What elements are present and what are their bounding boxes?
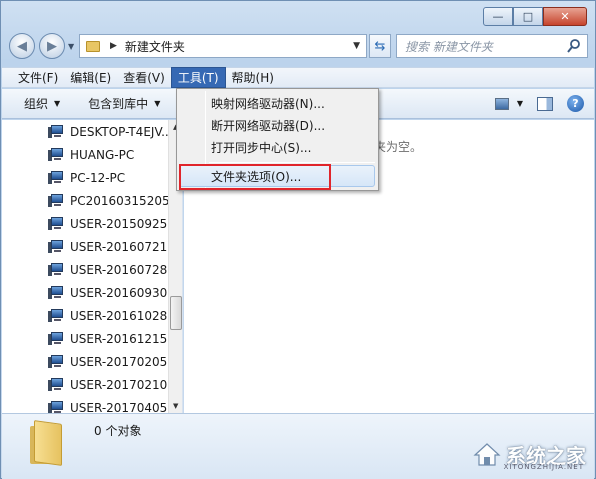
tree-item-label: USER-20170205E <box>70 354 175 369</box>
network-computer-icon <box>48 378 64 391</box>
include-in-library-button[interactable]: 包含到库中 ▼ <box>88 95 160 112</box>
change-view-button[interactable]: ▼ <box>494 97 523 110</box>
tree-item-label: USER-201509250 <box>70 216 175 231</box>
empty-folder-message: 夹为空。 <box>374 140 423 154</box>
details-pane: 0 个对象 系统之家 XITONGZHIJIA.NET <box>2 413 594 479</box>
tree-item-label: DESKTOP-T4EJV... <box>70 124 173 139</box>
help-icon[interactable]: ? <box>567 95 584 112</box>
organize-label: 组织 <box>24 97 49 111</box>
network-computer-icon <box>48 217 64 230</box>
navigation-pane[interactable]: DESKTOP-T4EJV... HUANG-PC PC-12-PC PC201… <box>2 120 183 413</box>
explorer-window: — □ ✕ ◀ ▶ ▼ ▶ 新建文件夹 ▼ ⇆ 搜索 新建文件夹 文件(F) 编… <box>0 0 596 479</box>
tree-item-label: HUANG-PC <box>70 147 135 162</box>
tree-item[interactable]: DESKTOP-T4EJV... <box>48 120 173 143</box>
tree-item-label: USER-20161028E <box>70 308 175 323</box>
recent-pages-dropdown-icon[interactable]: ▼ <box>68 42 74 51</box>
refresh-button[interactable]: ⇆ <box>369 34 391 58</box>
network-computer-icon <box>48 309 64 322</box>
tree-item-label: USER-20161215E <box>70 331 175 346</box>
tree-item[interactable]: USER-201509250 <box>48 212 175 235</box>
minimize-button[interactable]: — <box>483 7 513 26</box>
view-icon <box>494 97 509 110</box>
tree-item-label: USER-20160728E <box>70 262 175 277</box>
menu-file[interactable]: 文件(F) <box>12 67 64 88</box>
network-computer-icon <box>48 148 64 161</box>
forward-button[interactable]: ▶ <box>39 33 65 59</box>
network-computer-icon <box>48 263 64 276</box>
search-icon[interactable] <box>566 38 582 54</box>
tree-item[interactable]: USER-20160728E <box>48 258 175 281</box>
item-count: 0 个对象 <box>94 424 142 438</box>
menu-item-disconnect-network-drive[interactable]: 断开网络驱动器(D)... <box>211 114 325 136</box>
refresh-icon: ⇆ <box>374 38 386 54</box>
search-placeholder: 搜索 新建文件夹 <box>405 39 493 54</box>
scroll-thumb[interactable] <box>170 296 182 330</box>
watermark-subtext: XITONGZHIJIA.NET <box>503 463 584 471</box>
menu-separator <box>209 162 375 163</box>
chevron-down-icon: ▼ <box>154 99 161 108</box>
tree-item[interactable]: PC-12-PC <box>48 166 125 189</box>
large-folder-icon <box>30 420 64 466</box>
menu-item-map-network-drive[interactable]: 映射网络驱动器(N)... <box>211 92 325 114</box>
window-controls: — □ ✕ <box>483 7 587 26</box>
network-computer-icon <box>48 125 64 138</box>
address-dropdown-icon[interactable]: ▼ <box>353 41 360 51</box>
tree-item[interactable]: USER-201609300 <box>48 281 175 304</box>
address-path[interactable]: 新建文件夹 <box>125 38 185 55</box>
tree-item-label: USER-20170210E <box>70 377 175 392</box>
tree-item-label: PC20160315205… <box>70 193 182 208</box>
preview-pane-icon[interactable] <box>537 96 553 111</box>
tree-item[interactable]: PC20160315205… <box>48 189 182 212</box>
tree-item[interactable]: USER-20170405E <box>48 396 175 413</box>
network-computer-icon <box>48 240 64 253</box>
maximize-button[interactable]: □ <box>513 7 543 26</box>
tree-item[interactable]: USER-20161215E <box>48 327 175 350</box>
title-bar: — □ ✕ <box>1 1 595 31</box>
toolbar-right-group: ▼ ? <box>481 95 584 112</box>
watermark-logo: 系统之家 XITONGZHIJIA.NET <box>472 439 586 471</box>
chevron-down-icon: ▼ <box>54 99 61 108</box>
search-input[interactable]: 搜索 新建文件夹 <box>396 34 588 58</box>
tree-item[interactable]: USER-20170205E <box>48 350 175 373</box>
tree-item-label: USER-20170405E <box>70 400 175 414</box>
tree-item[interactable]: USER-20170210E <box>48 373 175 396</box>
menu-help[interactable]: 帮助(H) <box>226 67 280 88</box>
scroll-down-icon[interactable]: ▼ <box>173 402 178 410</box>
back-arrow-icon: ◀ <box>17 38 27 54</box>
back-button[interactable]: ◀ <box>9 33 35 59</box>
menu-view[interactable]: 查看(V) <box>117 67 171 88</box>
organize-button[interactable]: 组织 ▼ <box>24 95 60 112</box>
close-button[interactable]: ✕ <box>543 7 587 26</box>
network-computer-icon <box>48 286 64 299</box>
menu-bar: 文件(F) 编辑(E) 查看(V) 工具(T) 帮助(H) <box>2 67 594 88</box>
chevron-down-icon: ▼ <box>516 99 523 108</box>
menu-edit[interactable]: 编辑(E) <box>64 67 117 88</box>
network-computer-icon <box>48 194 64 207</box>
forward-arrow-icon: ▶ <box>47 38 57 54</box>
network-computer-icon <box>48 171 64 184</box>
menu-tools[interactable]: 工具(T) <box>170 67 226 88</box>
menu-item-open-sync-center[interactable]: 打开同步中心(S)... <box>211 136 311 158</box>
network-computer-icon <box>48 401 64 413</box>
tree-item-label: USER-201607210 <box>70 239 175 254</box>
house-logo-icon <box>473 443 501 466</box>
tree-item-label: PC-12-PC <box>70 170 126 185</box>
network-computer-icon <box>48 332 64 345</box>
network-computer-icon <box>48 355 64 368</box>
address-bar[interactable]: ▶ 新建文件夹 ▼ <box>79 34 367 58</box>
tree-item[interactable]: HUANG-PC <box>48 143 134 166</box>
tree-item-label: USER-201609300 <box>70 285 175 300</box>
navigation-row: ◀ ▶ ▼ ▶ 新建文件夹 ▼ ⇆ 搜索 新建文件夹 <box>9 33 589 61</box>
folder-icon <box>86 40 100 52</box>
tree-item[interactable]: USER-20161028E <box>48 304 175 327</box>
include-in-library-label: 包含到库中 <box>88 97 149 111</box>
tree-item[interactable]: USER-201607210 <box>48 235 175 258</box>
annotation-highlight-box <box>179 164 331 190</box>
breadcrumb-separator-icon[interactable]: ▶ <box>110 41 117 51</box>
